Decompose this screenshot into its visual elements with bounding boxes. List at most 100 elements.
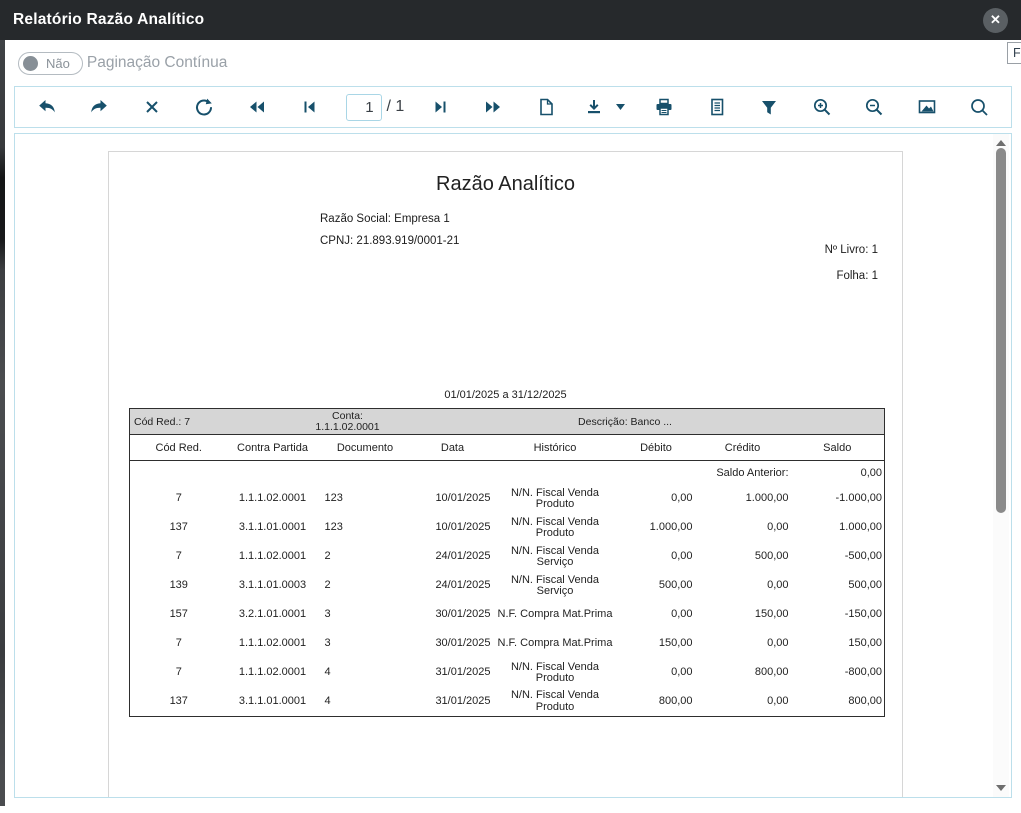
undo-button[interactable]: [31, 91, 63, 123]
cell-historico: N/N. Fiscal Venda Produto: [493, 485, 618, 514]
cell-cod-red: 137: [130, 514, 228, 543]
rewind-icon: [248, 99, 266, 115]
cell-credito: 800,00: [695, 659, 791, 688]
cell-documento: 4: [318, 659, 413, 688]
cell-historico: N/N. Fiscal Venda Produto: [493, 514, 618, 543]
folha: Folha: 1: [836, 270, 878, 282]
undo-icon: [37, 97, 57, 117]
cell-debito: 0,00: [618, 601, 695, 630]
page-number-input[interactable]: [346, 94, 382, 121]
download-options-button[interactable]: [612, 91, 628, 123]
table-row: 7 1.1.1.02.0001 123 10/01/2025 N/N. Fisc…: [130, 485, 885, 514]
cell-contra-partida: 1.1.1.02.0001: [228, 630, 318, 659]
cell-credito: 0,00: [695, 688, 791, 717]
filter-button[interactable]: [753, 91, 785, 123]
clipped-tooltip-text: F: [1013, 46, 1021, 60]
download-icon: [585, 98, 603, 116]
fast-forward-icon: [484, 99, 502, 115]
cell-cod-red: 7: [130, 659, 228, 688]
scroll-up-icon[interactable]: [996, 140, 1006, 146]
cell-historico: N/N. Fiscal Venda Produto: [493, 688, 618, 717]
cell-data: 31/01/2025: [413, 659, 493, 688]
cell-cod-red: 7: [130, 485, 228, 514]
first-page-button[interactable]: [293, 91, 325, 123]
cell-historico: N/N. Fiscal Venda Serviço: [493, 572, 618, 601]
cell-historico: N/N. Fiscal Venda Serviço: [493, 543, 618, 572]
last-page-icon: [433, 99, 449, 115]
vertical-scrollbar[interactable]: [993, 134, 1009, 797]
close-button[interactable]: ✕: [983, 8, 1008, 33]
search-icon: [969, 97, 989, 117]
cell-data: 24/01/2025: [413, 543, 493, 572]
report-period: 01/01/2025 a 31/12/2025: [109, 389, 902, 401]
filter-icon: [760, 99, 778, 116]
continuous-pagination-toggle[interactable]: Não: [18, 52, 83, 75]
refresh-button[interactable]: [188, 91, 220, 123]
cell-credito: 0,00: [695, 514, 791, 543]
cell-debito: 150,00: [618, 630, 695, 659]
cancel-button[interactable]: [136, 91, 168, 123]
report-table-wrap: Cód Red.: 7 Conta: 1.1.1.02.0001 Descriç…: [129, 408, 884, 717]
cell-documento: 4: [318, 688, 413, 717]
previous-page-button[interactable]: [241, 91, 273, 123]
cell-debito: 800,00: [618, 688, 695, 717]
cell-credito: 150,00: [695, 601, 791, 630]
cell-contra-partida: 3.1.1.01.0001: [228, 688, 318, 717]
table-row: 7 1.1.1.02.0001 4 31/01/2025 N/N. Fiscal…: [130, 659, 885, 688]
document-icon: [707, 97, 727, 117]
cell-credito: 0,00: [695, 630, 791, 659]
last-page-button[interactable]: [425, 91, 457, 123]
cell-contra-partida: 1.1.1.02.0001: [228, 485, 318, 514]
search-button[interactable]: [963, 91, 995, 123]
first-page-icon: [301, 99, 317, 115]
col-header-saldo: Saldo: [791, 435, 885, 461]
company-block: Razão Social: Empresa 1 CPNJ: 21.893.919…: [320, 208, 459, 252]
cell-debito: 0,00: [618, 485, 695, 514]
saldo-anterior-value: 0,00: [791, 461, 885, 485]
zoom-in-icon: [812, 97, 832, 117]
col-header-credito: Crédito: [695, 435, 791, 461]
print-icon: [654, 97, 674, 117]
report-toolbar: / 1: [14, 86, 1012, 128]
cell-saldo: 500,00: [791, 572, 885, 601]
cell-saldo: -1.000,00: [791, 485, 885, 514]
numero-livro: Nº Livro: 1: [825, 244, 878, 256]
scroll-down-icon[interactable]: [996, 785, 1006, 791]
cell-contra-partida: 1.1.1.02.0001: [228, 543, 318, 572]
next-page-button[interactable]: [477, 91, 509, 123]
cell-contra-partida: 3.1.1.01.0001: [228, 514, 318, 543]
zoom-in-button[interactable]: [806, 91, 838, 123]
cell-cod-red: 7: [130, 543, 228, 572]
report-rows: 7 1.1.1.02.0001 123 10/01/2025 N/N. Fisc…: [130, 485, 885, 717]
cell-debito: 0,00: [618, 659, 695, 688]
zoom-out-button[interactable]: [858, 91, 890, 123]
report-viewer: Razão Analítico Razão Social: Empresa 1 …: [14, 133, 1012, 798]
cell-historico: N.F. Compra Mat.Prima: [493, 630, 618, 659]
print-button[interactable]: [648, 91, 680, 123]
report-page: Razão Analítico Razão Social: Empresa 1 …: [108, 151, 903, 798]
cell-contra-partida: 3.2.1.01.0001: [228, 601, 318, 630]
fullscreen-button[interactable]: [911, 91, 943, 123]
cell-cod-red: 137: [130, 688, 228, 717]
table-row: 157 3.2.1.01.0001 3 30/01/2025 N.F. Comp…: [130, 601, 885, 630]
scrollbar-thumb[interactable]: [996, 148, 1006, 513]
cell-data: 31/01/2025: [413, 688, 493, 717]
cell-cod-red: 139: [130, 572, 228, 601]
col-header-documento: Documento: [318, 435, 413, 461]
cell-cod-red: 7: [130, 630, 228, 659]
cancel-icon: [144, 99, 160, 115]
redo-button[interactable]: [83, 91, 115, 123]
cell-credito: 1.000,00: [695, 485, 791, 514]
cell-contra-partida: 1.1.1.02.0001: [228, 659, 318, 688]
export-document-button[interactable]: [701, 91, 733, 123]
page-total-label: / 1: [387, 98, 405, 116]
refresh-icon: [194, 97, 214, 117]
download-button[interactable]: [582, 91, 606, 123]
cell-saldo: -150,00: [791, 601, 885, 630]
cell-saldo: 800,00: [791, 688, 885, 717]
single-page-view-button[interactable]: [530, 91, 562, 123]
table-row: 7 1.1.1.02.0001 3 30/01/2025 N.F. Compra…: [130, 630, 885, 659]
cell-data: 10/01/2025: [413, 514, 493, 543]
table-row: 7 1.1.1.02.0001 2 24/01/2025 N/N. Fiscal…: [130, 543, 885, 572]
cell-documento: 2: [318, 572, 413, 601]
